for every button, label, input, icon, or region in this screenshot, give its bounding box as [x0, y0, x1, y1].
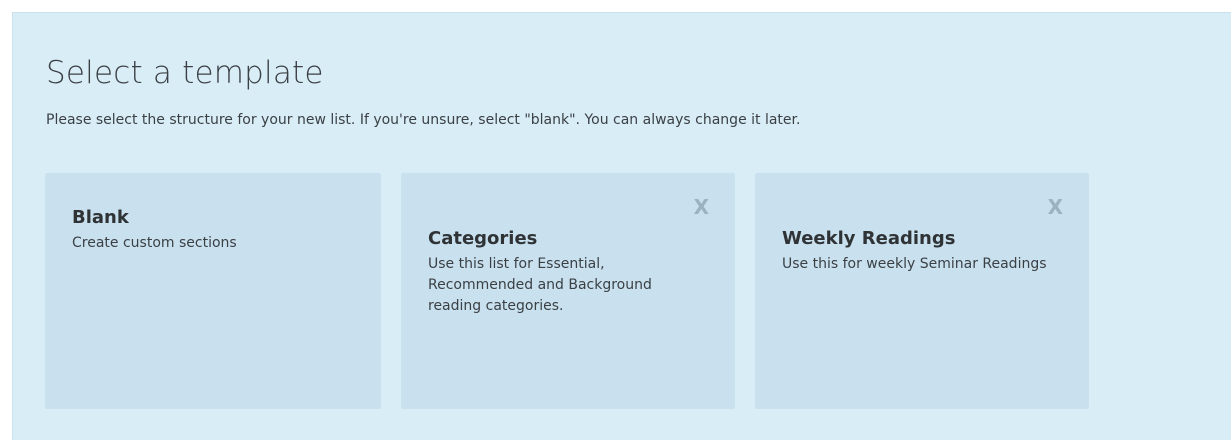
remove-template-categories-icon[interactable]: X: [694, 197, 709, 217]
template-title: Weekly Readings: [782, 228, 956, 249]
template-description: Use this for weekly Seminar Readings: [782, 256, 1047, 272]
panel-title: Select a template: [46, 55, 324, 91]
template-description: Create custom sections: [72, 235, 237, 251]
template-card-weekly-readings[interactable]: X Weekly Readings Use this for weekly Se…: [755, 173, 1089, 409]
panel-description: Please select the structure for your new…: [46, 112, 801, 128]
remove-template-weekly-readings-icon[interactable]: X: [1048, 197, 1063, 217]
template-selection-panel: Select a template Please select the stru…: [12, 12, 1231, 440]
template-card-blank[interactable]: Blank Create custom sections: [45, 173, 381, 409]
template-title: Categories: [428, 228, 538, 249]
template-title: Blank: [72, 207, 129, 228]
template-card-categories[interactable]: X Categories Use this list for Essential…: [401, 173, 735, 409]
template-description: Use this list for Essential, Recommended…: [428, 256, 652, 314]
